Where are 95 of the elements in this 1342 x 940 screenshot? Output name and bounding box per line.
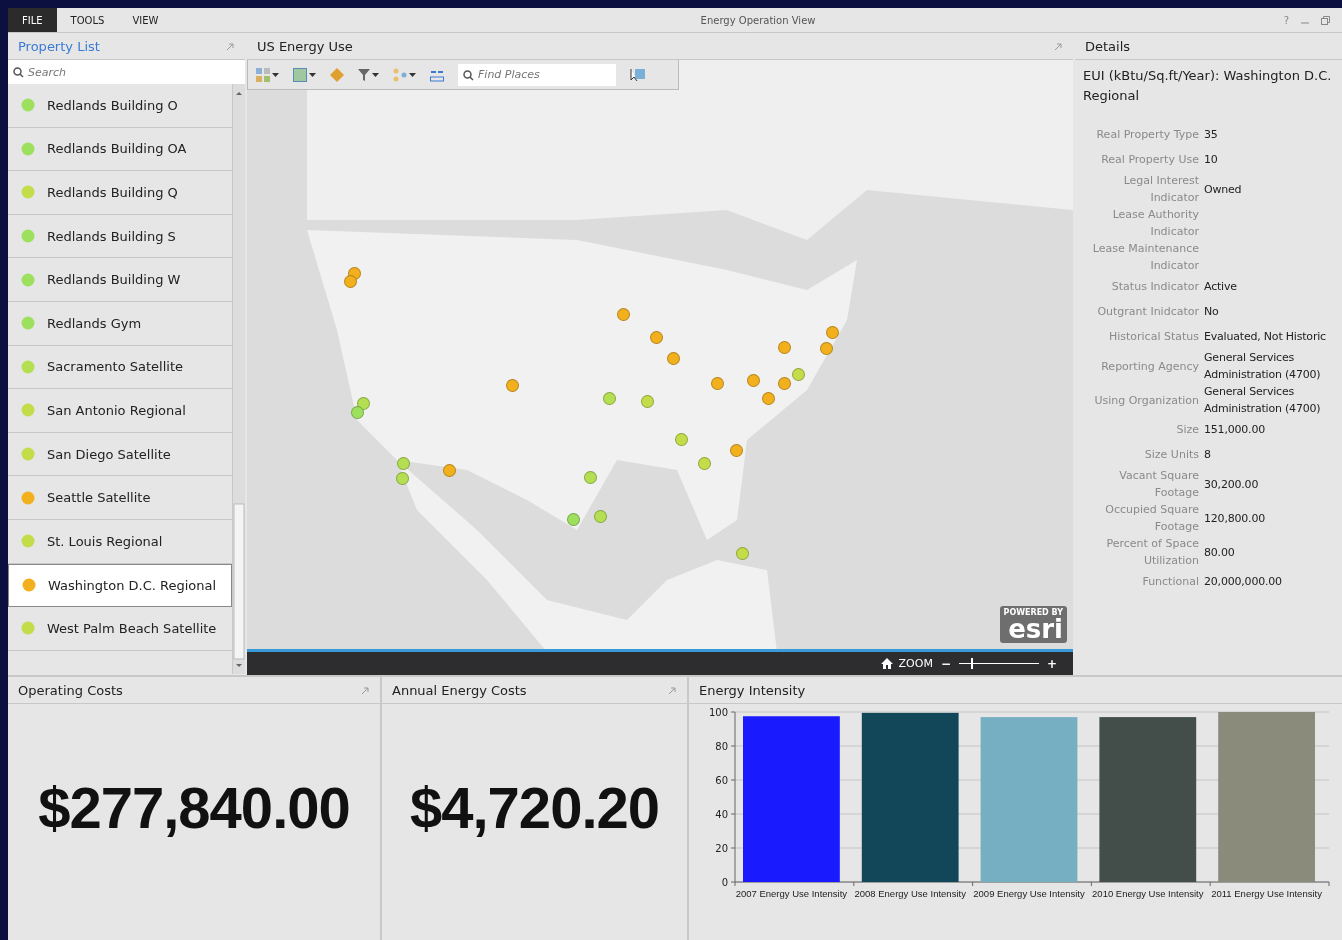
y-tick-label: 0	[721, 877, 728, 888]
field-label: Historical Status	[1107, 329, 1199, 345]
field-value: 120,800.00	[1204, 510, 1266, 527]
field-label: Using Organization	[1093, 392, 1199, 409]
caret-icon	[409, 72, 416, 77]
cost-value: $4,720.20	[410, 773, 659, 841]
panel-title: Energy Intensity	[699, 682, 806, 698]
panel-title: Operating Costs	[18, 682, 123, 698]
zoom-slider[interactable]	[958, 658, 1039, 669]
panel-title: Details	[1085, 38, 1131, 54]
property-marker[interactable]	[594, 510, 607, 523]
property-name: San Diego Satellite	[47, 446, 171, 462]
map-icon[interactable]	[293, 67, 307, 82]
field-value: No	[1204, 304, 1220, 320]
field-value: 8	[1204, 447, 1212, 463]
scrollbar[interactable]	[232, 84, 245, 674]
property-marker[interactable]	[736, 547, 749, 560]
zoom-out-button[interactable]: −	[938, 656, 953, 671]
x-axis-label: 2010 Energy Use Intensity	[1092, 888, 1204, 899]
y-tick-label: 40	[715, 809, 728, 820]
esri-logo: POWERED BY esri	[999, 606, 1067, 643]
field-value: General Services Administration (4700)	[1204, 384, 1322, 417]
y-tick-label: 80	[715, 741, 728, 752]
grid-icon[interactable]	[256, 67, 270, 82]
property-name: Redlands Building Q	[47, 185, 178, 200]
x-axis-label: 2007 Energy Use Intensity	[735, 888, 848, 899]
window-title: Energy Operation View	[699, 14, 817, 26]
map-view[interactable]: Find Places POWERED BY esri	[247, 60, 1073, 649]
filter-icon[interactable]	[358, 68, 370, 81]
select-cursor-icon[interactable]	[630, 67, 646, 82]
panel-title: US Energy Use	[257, 38, 353, 54]
panel-title: Annual Energy Costs	[392, 682, 527, 698]
directions-icon[interactable]	[330, 67, 344, 82]
x-axis-label: 2011 Energy Use Intensity	[1211, 888, 1322, 899]
field-label: Lease Maintenance Indicator	[1091, 241, 1199, 274]
field-value: 35	[1204, 127, 1219, 143]
y-tick-label: 20	[715, 843, 728, 854]
network-icon[interactable]	[393, 67, 407, 82]
property-list-item[interactable]: Washington D.C. Regional	[8, 563, 232, 608]
field-label: Size	[1175, 422, 1199, 438]
field-value: Evaluated, Not Historic	[1204, 329, 1327, 345]
field-value: 30,200.00	[1204, 476, 1260, 493]
field-value: Active	[1204, 279, 1238, 295]
field-value: Owned	[1204, 181, 1243, 198]
caret-icon	[309, 72, 316, 77]
field-label: Percent of Space Utilization	[1105, 536, 1199, 569]
caret-icon	[372, 72, 379, 77]
field-value: 80.00	[1204, 544, 1236, 561]
search-field[interactable]: Search	[8, 60, 245, 84]
field-label: Lease Authority Indicator	[1111, 207, 1199, 240]
pin-icon[interactable]	[1054, 41, 1063, 51]
field-label: Occupied Square Footage	[1104, 502, 1199, 535]
y-tick-label: 60	[715, 775, 728, 786]
field-value: 20,000,000.00	[1204, 574, 1283, 590]
field-label: Real Property Type	[1095, 127, 1199, 143]
menu-tab[interactable]: FILE	[8, 8, 57, 32]
pin-icon[interactable]	[226, 41, 235, 51]
field-label: Vacant Square Footage	[1118, 468, 1199, 501]
field-label: Size Units	[1143, 447, 1199, 463]
x-axis-label: 2009 Energy Use Intensity	[973, 888, 1085, 899]
property-name: Redlands Gym	[47, 315, 142, 331]
field-label: Status Indicator	[1110, 279, 1199, 295]
zoom-in-button[interactable]: +	[1044, 656, 1059, 671]
property-name: Seattle Satellite	[47, 490, 151, 506]
property-name: St. Louis Regional	[47, 533, 163, 549]
field-label: Real Property Use	[1100, 152, 1199, 168]
field-label: Outgrant Inidcator	[1096, 304, 1199, 320]
field-label: Reporting Agency	[1100, 358, 1199, 375]
field-value: 151,000.00	[1204, 422, 1266, 438]
property-name: Redlands Building W	[47, 272, 181, 288]
pin-icon[interactable]	[668, 685, 677, 695]
find-places-field[interactable]: Find Places	[458, 63, 616, 86]
property-name: West Palm Beach Satellite	[47, 620, 217, 636]
pin-icon[interactable]	[361, 685, 370, 695]
field-value: 10	[1204, 152, 1219, 168]
field-label: Legal Interest Indicator	[1122, 173, 1199, 206]
property-name: Washington D.C. Regional	[48, 577, 217, 593]
field-label: Functional	[1141, 574, 1199, 590]
panel-title: Property List	[18, 38, 100, 54]
caret-icon	[272, 72, 279, 77]
cost-value: $277,840.00	[38, 773, 350, 841]
home-icon[interactable]	[880, 658, 893, 669]
property-name: Redlands Building O	[47, 97, 178, 113]
property-name: Redlands Building S	[47, 228, 176, 244]
menu-tab[interactable]: TOOLS	[56, 8, 119, 32]
zoom-label: ZOOM	[898, 657, 933, 670]
y-tick-label: 100	[708, 707, 728, 718]
property-name: San Antonio Regional	[47, 402, 186, 418]
property-name: Sacramento Satellite	[47, 359, 183, 375]
property-name: Redlands Building OA	[47, 141, 187, 157]
x-axis-label: 2008 Energy Use Intensity	[854, 888, 966, 899]
menu-tab[interactable]: VIEW	[118, 8, 173, 32]
restore-icon[interactable]	[1321, 15, 1330, 25]
details-heading: EUI (kBtu/Sq.ft/Year): Washington D.C. Regional	[1083, 67, 1333, 105]
field-value: General Services Administration (4700)	[1204, 350, 1322, 383]
